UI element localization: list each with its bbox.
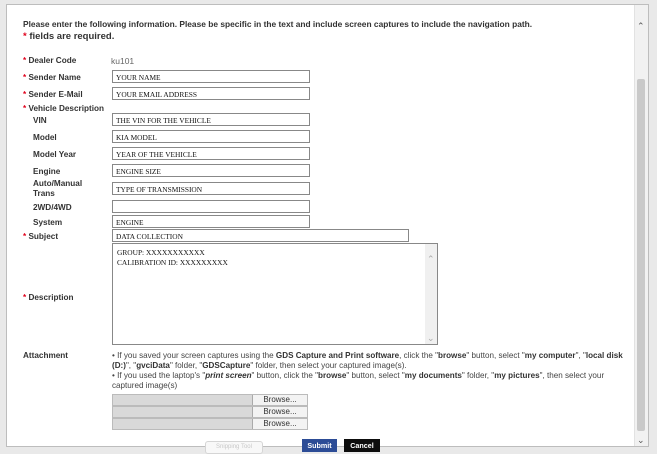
help-bold: GDS Capture and Print software <box>275 351 400 360</box>
file-input-1[interactable]: Browse... <box>112 394 308 406</box>
description-label: * Description <box>23 293 74 302</box>
attachment-help-para1: • If you saved your screen captures usin… <box>112 351 632 371</box>
dealer-code-label-text: Dealer Code <box>28 56 77 65</box>
subject-label-text: Subject <box>28 232 59 241</box>
required-star: * <box>23 31 27 42</box>
model-year-label: Model Year <box>33 150 77 159</box>
help-text: " button, select " <box>346 371 405 380</box>
sender-email-label: * Sender E-Mail <box>23 90 83 99</box>
help-text: " folder, " <box>461 371 495 380</box>
model-label: Model <box>33 133 57 142</box>
description-line: GROUP: XXXXXXXXXXX <box>117 248 205 257</box>
browse-button[interactable]: Browse... <box>252 419 307 429</box>
system-label: System <box>33 218 63 227</box>
system-input[interactable]: ENGINE <box>112 215 310 228</box>
sender-name-label-text: Sender Name <box>28 73 81 82</box>
sender-email-label-text: Sender E-Mail <box>28 90 83 99</box>
intro-text: Please enter the following information. … <box>23 19 533 29</box>
chevron-down-icon[interactable]: ⌄ <box>427 333 435 344</box>
attachment-help: • If you saved your screen captures usin… <box>112 351 632 391</box>
form-panel: Please enter the following information. … <box>6 4 649 454</box>
transmission-input[interactable]: TYPE OF TRANSMISSION <box>112 182 310 195</box>
description-line: CALIBRATION ID: XXXXXXXXX <box>117 258 228 267</box>
help-bold: my computer <box>524 351 576 360</box>
engine-input[interactable]: ENGINE SIZE <box>112 164 310 177</box>
chevron-up-icon[interactable]: ⌃ <box>427 254 435 265</box>
help-text: " folder, " <box>169 361 203 370</box>
model-input[interactable]: KIA MODEL <box>112 130 310 143</box>
help-text: If you saved your screen captures using … <box>114 351 276 360</box>
vin-label: VIN <box>33 116 47 125</box>
sender-email-input[interactable]: YOUR EMAIL ADDRESS <box>112 87 310 100</box>
chevron-up-icon[interactable]: ⌃ <box>637 21 645 32</box>
required-star: * <box>23 73 27 82</box>
sender-name-label: * Sender Name <box>23 73 81 82</box>
dealer-code-value: ku101 <box>111 56 135 66</box>
page-scrollbar[interactable]: ⌃ ⌄ <box>634 5 648 446</box>
vin-input[interactable]: THE VIN FOR THE VEHICLE <box>112 113 310 126</box>
help-text: ", " <box>575 351 586 360</box>
vehicle-description-label: * Vehicle Description <box>23 104 104 113</box>
file-input-2[interactable]: Browse... <box>112 406 308 418</box>
help-text: " button, select " <box>466 351 525 360</box>
help-bold: my pictures <box>494 371 540 380</box>
help-bold: browse <box>438 351 467 360</box>
textarea-scrollbar[interactable]: ⌃ ⌄ <box>425 244 437 344</box>
file-input-3[interactable]: Browse... <box>112 418 308 430</box>
model-year-input[interactable]: YEAR OF THE VEHICLE <box>112 147 310 160</box>
required-star: * <box>23 90 27 99</box>
cancel-button[interactable]: Cancel <box>344 439 380 452</box>
transmission-label-line2: Trans <box>33 189 55 198</box>
required-star: * <box>23 232 27 241</box>
subject-input[interactable]: DATA COLLECTION <box>112 229 409 242</box>
snipping-tool-button[interactable]: Snipping Tool <box>205 441 263 454</box>
description-label-text: Description <box>28 293 74 302</box>
dealer-code-label: * Dealer Code <box>23 56 76 65</box>
chevron-down-icon[interactable]: ⌄ <box>637 435 645 446</box>
browse-button[interactable]: Browse... <box>252 407 307 417</box>
submit-button[interactable]: Submit <box>302 439 337 452</box>
help-bold: gvciData <box>136 361 170 370</box>
description-textarea[interactable]: GROUP: XXXXXXXXXXX CALIBRATION ID: XXXXX… <box>112 243 438 345</box>
help-bold-italic: print screen <box>205 371 252 380</box>
help-text: ", " <box>125 361 137 370</box>
help-bold: my documents <box>404 371 462 380</box>
required-text: fields are required. <box>29 31 115 42</box>
scrollbar-thumb[interactable] <box>637 79 645 431</box>
vehicle-description-label-text: Vehicle Description <box>28 104 105 113</box>
required-star: * <box>23 293 27 302</box>
transmission-label-line1: Auto/Manual <box>33 179 83 188</box>
help-bold: browse <box>318 371 347 380</box>
attachment-help-para2: • If you used the laptop's "print screen… <box>112 371 632 391</box>
help-text: " folder, then select your captured imag… <box>250 361 407 370</box>
engine-label: Engine <box>33 167 61 176</box>
browse-button[interactable]: Browse... <box>252 395 307 405</box>
attachment-label: Attachment <box>23 351 69 360</box>
drive-label: 2WD/4WD <box>33 203 72 212</box>
required-star: * <box>23 56 27 65</box>
help-text: If you used the laptop's " <box>114 371 206 380</box>
required-note: * fields are required. <box>23 31 114 42</box>
help-text: , click the " <box>399 351 439 360</box>
help-bold: GDSCapture <box>202 361 251 370</box>
required-star: * <box>23 104 27 113</box>
subject-label: * Subject <box>23 232 58 241</box>
help-text: " button, click the " <box>251 371 319 380</box>
drive-input[interactable] <box>112 200 310 213</box>
transmission-label: Auto/Manual Trans <box>33 179 82 199</box>
form-content: Please enter the following information. … <box>23 13 643 454</box>
sender-name-input[interactable]: YOUR NAME <box>112 70 310 83</box>
